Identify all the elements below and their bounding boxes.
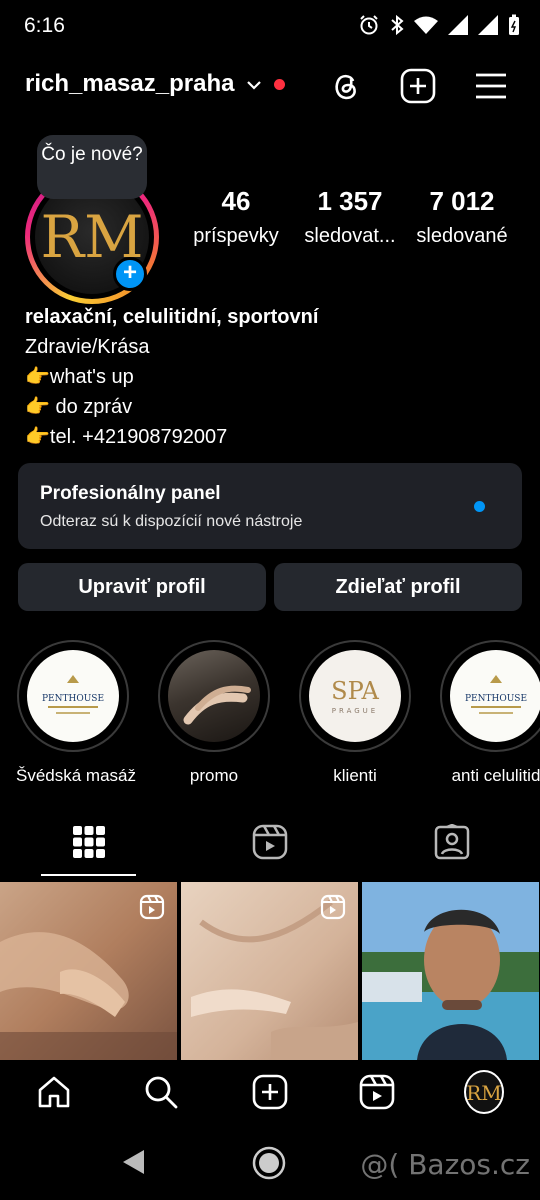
watermark: @( Bazos.cz	[360, 1148, 530, 1181]
status-time: 6:16	[24, 14, 65, 37]
bottom-navigation: RM	[0, 1060, 540, 1126]
stat-followers[interactable]: 1 357 sledovat...	[300, 186, 400, 248]
svg-text:RM: RM	[467, 1081, 501, 1105]
profile-header: rich_masaz_praha	[0, 60, 540, 112]
new-indicator-dot	[474, 501, 485, 512]
highlight-label: Švédská masáž	[16, 766, 136, 785]
wifi-icon	[414, 16, 438, 34]
new-post-icon[interactable]	[250, 1072, 290, 1112]
stat-posts-label: príspevky	[193, 225, 279, 247]
highlight-label: klienti	[333, 766, 377, 785]
stat-posts-count: 46	[221, 186, 251, 216]
home-icon[interactable]	[34, 1072, 74, 1112]
stat-followers-count: 1 357	[317, 186, 383, 216]
tab-reels[interactable]	[250, 822, 290, 862]
back-icon[interactable]	[120, 1148, 146, 1176]
stat-following-label: sledované	[416, 225, 508, 247]
stat-following[interactable]: 7 012 sledované	[412, 186, 512, 248]
stat-posts[interactable]: 46 príspevky	[190, 186, 282, 248]
status-bar: 6:16	[0, 0, 540, 52]
username-label: rich_masaz_praha	[25, 70, 235, 97]
grid-icon	[73, 826, 105, 858]
tab-posts-grid[interactable]	[69, 822, 109, 862]
chevron-down-icon	[246, 74, 262, 95]
reel-badge-icon	[320, 894, 346, 925]
highlight-item[interactable]: promo	[157, 640, 271, 786]
highlight-cover: PENTHOUSE	[27, 650, 119, 742]
highlight-label: anti celulitid	[451, 766, 540, 785]
stat-following-count: 7 012	[429, 186, 495, 216]
alarm-icon	[360, 15, 378, 35]
account-switcher[interactable]: rich_masaz_praha	[25, 70, 286, 98]
battery-icon	[509, 14, 519, 35]
svg-text:SPA: SPA	[331, 677, 379, 705]
professional-dashboard[interactable]: Profesionálny panel Odteraz sú k dispozí…	[18, 463, 522, 549]
reels-nav-icon[interactable]	[357, 1072, 397, 1112]
profile-tabs	[0, 818, 540, 878]
highlight-label: promo	[189, 766, 239, 785]
tagged-icon	[434, 824, 470, 860]
share-profile-button[interactable]: Zdieľať profil	[274, 563, 522, 611]
edit-profile-button[interactable]: Upraviť profil	[18, 563, 266, 611]
svg-text:PENTHOUSE: PENTHOUSE	[465, 694, 527, 704]
search-icon[interactable]	[141, 1072, 181, 1112]
profile-tab-avatar[interactable]: RM	[464, 1070, 504, 1114]
signal-icon	[448, 15, 468, 35]
notification-dot	[274, 78, 286, 90]
avatar: RM	[464, 1070, 504, 1114]
highlight-cover: SPA PRAGUE	[309, 650, 401, 742]
svg-text:PRAGUE: PRAGUE	[332, 707, 378, 715]
active-tab-indicator	[41, 874, 136, 876]
panel-subtitle: Odteraz sú k dispozícií nové nástroje	[40, 513, 303, 530]
stat-followers-label: sledovat...	[304, 225, 396, 247]
signal-2-icon	[478, 15, 498, 35]
threads-icon[interactable]	[326, 66, 366, 106]
post-thumbnail[interactable]	[362, 882, 539, 1060]
whats-new-bubble[interactable]: Čo je nové?	[37, 135, 147, 199]
highlight-item[interactable]: PENTHOUSE anti celulitid	[439, 640, 540, 786]
add-story-button[interactable]: +	[113, 257, 147, 291]
bio-line: 👉what's up	[25, 366, 134, 388]
bio-category: Zdravie/Krása	[25, 336, 150, 358]
bio-line: 👉 do zpráv	[25, 396, 133, 418]
bio-line: relaxační, celulitidní, sportovní	[25, 306, 319, 328]
reel-badge-icon	[139, 894, 165, 925]
home-button-icon[interactable]	[252, 1146, 286, 1180]
highlight-item[interactable]: PENTHOUSE Švédská masáž	[16, 640, 136, 786]
status-icons	[358, 14, 520, 36]
bluetooth-icon	[391, 14, 404, 36]
profile-bio: relaxační, celulitidní, sportovní Zdravi…	[25, 302, 318, 452]
reels-icon	[252, 824, 288, 860]
menu-icon[interactable]	[471, 66, 511, 106]
svg-text:PENTHOUSE: PENTHOUSE	[42, 694, 104, 704]
create-icon[interactable]	[398, 66, 438, 106]
bio-phone[interactable]: 👉tel. +421908792007	[25, 422, 318, 452]
highlight-item[interactable]: SPA PRAGUE klienti	[298, 640, 412, 786]
tab-tagged[interactable]	[432, 822, 472, 862]
highlight-cover: PENTHOUSE	[450, 650, 540, 742]
posts-grid	[0, 882, 540, 1060]
panel-title: Profesionálny panel	[40, 483, 221, 504]
highlight-cover	[168, 650, 260, 742]
